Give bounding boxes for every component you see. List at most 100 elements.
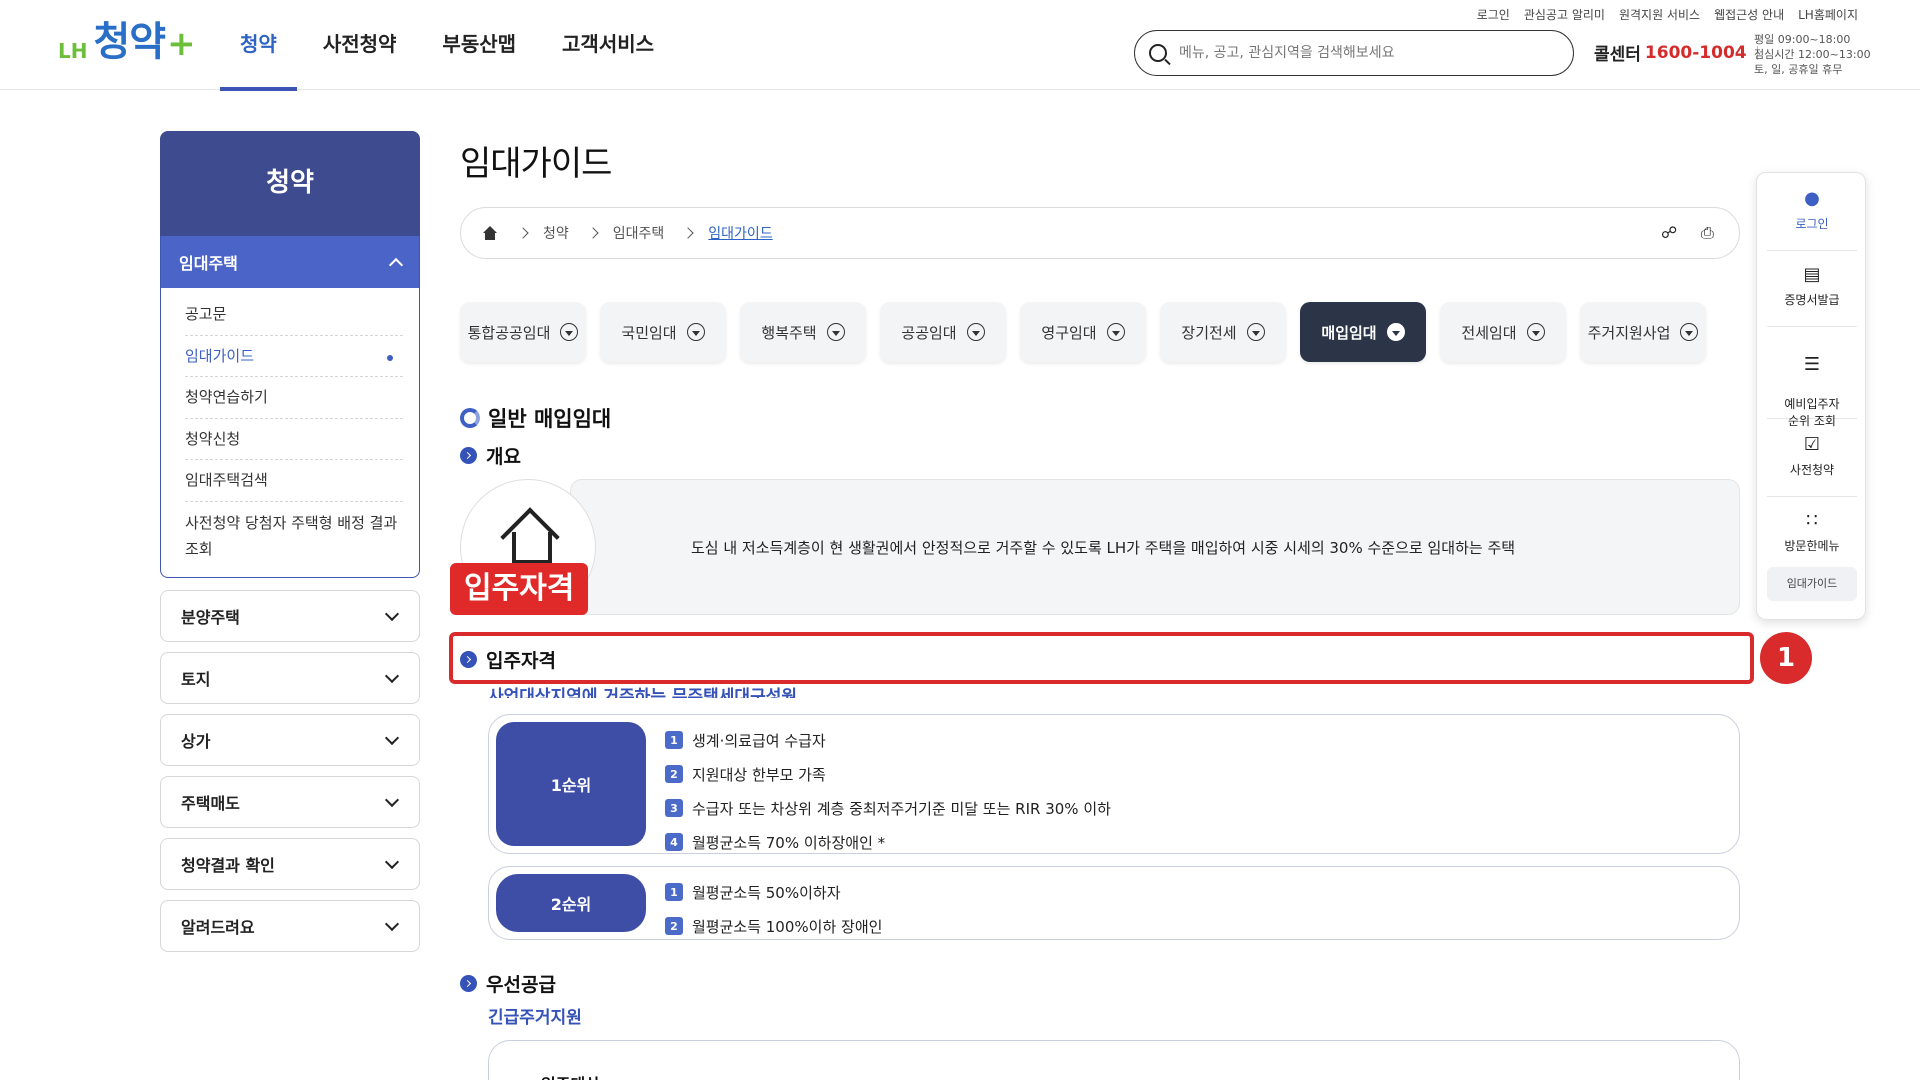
breadcrumb-item[interactable]: 청약: [543, 223, 569, 243]
util-accessibility-link[interactable]: 웹접근성 안내: [1714, 6, 1784, 23]
refresh-icon: [460, 408, 480, 428]
search-icon[interactable]: [1149, 44, 1167, 62]
list-item-text: 생계·의료급여 수급자: [692, 731, 826, 750]
overview-box: 도심 내 저소득계층이 현 생활권에서 안정적으로 거주할 수 있도록 LH가 …: [570, 479, 1740, 615]
circle-chevron-down-icon: [1680, 323, 1699, 341]
tab-happy-housing[interactable]: 행복주택: [740, 302, 866, 362]
logo-plus-text: +: [167, 24, 196, 64]
chevron-down-icon: [384, 854, 400, 869]
sidebar-accordion-house-sale[interactable]: 주택매도: [160, 776, 420, 828]
sidebar-item-practice[interactable]: 청약연습하기: [185, 377, 403, 419]
number-2-badge: 2: [665, 765, 683, 783]
print-icon[interactable]: ⎙: [1701, 225, 1717, 241]
number-3-badge: 3: [665, 799, 683, 817]
sidebar-accordion-land[interactable]: 토지: [160, 652, 420, 704]
quick-waitlist-rank[interactable]: ☰ 예비입주자 순위 조회: [1767, 341, 1857, 428]
util-login-link[interactable]: 로그인: [1477, 6, 1510, 23]
chevron-down-icon: [384, 792, 400, 807]
circle-chevron-down-icon: [1526, 323, 1545, 341]
gnb-item-pre-subscription[interactable]: 사전청약: [303, 0, 417, 90]
list-item: 4 월평균소득 70% 이하장애인 *: [665, 825, 1111, 859]
call-center: 콜센터 1600-1004: [1594, 40, 1768, 65]
search-input[interactable]: [1179, 45, 1549, 61]
annotation-label: 입주자격: [450, 563, 589, 615]
list-item-text: 월평균소득 100%이하 장애인: [692, 917, 883, 936]
tab-permanent[interactable]: 영구임대: [1020, 302, 1146, 362]
visited-tag-rental-guide[interactable]: 임대가이드: [1767, 567, 1857, 601]
eligibility-subheading: 사업대상지역에 거주하는 무주택세대구성원: [488, 687, 797, 698]
sidebar-accordion-results[interactable]: 청약결과 확인: [160, 838, 420, 890]
sidebar-rental-section: 임대주택 공고문 임대가이드 청약연습하기 청약신청 임대주택검색 사전청약 당…: [160, 236, 420, 578]
number-1-badge: 1: [665, 883, 683, 901]
quick-menu: ● 로그인 ▤ 증명서발급 ☰ 예비입주자 순위 조회 ☑ 사전청약 ∷ 방문한…: [1756, 172, 1866, 620]
quick-visited-menu[interactable]: ∷ 방문한메뉴: [1767, 511, 1857, 557]
call-center-number: 1600-1004: [1644, 42, 1747, 63]
tab-public[interactable]: 공공임대: [880, 302, 1006, 362]
utility-links: 로그인 관심공고 알리미 원격지원 서비스 웹접근성 안내 LH홈페이지: [1463, 6, 1858, 23]
sidebar-item-rental-search[interactable]: 임대주택검색: [185, 460, 403, 502]
home-icon[interactable]: [483, 226, 497, 240]
tab-label: 통합공공임대: [467, 323, 551, 342]
circle-chevron-down-icon: [1106, 323, 1125, 341]
util-remote-support-link[interactable]: 원격지원 서비스: [1619, 6, 1700, 23]
tab-housing-support[interactable]: 주거지원사업: [1580, 302, 1706, 362]
calendar-check-icon: ☑: [1803, 434, 1821, 455]
overview-heading: 개요: [460, 442, 521, 469]
sidebar-item-pre-winner-result[interactable]: 사전청약 당첨자 주택형 배정 결과 조회: [185, 502, 403, 562]
global-nav: 청약 사전청약 부동산맵 고객서비스: [220, 0, 680, 91]
sidebar-item-rental-guide[interactable]: 임대가이드: [185, 336, 403, 377]
chevron-down-icon: [384, 606, 400, 621]
chevron-right-icon: [517, 227, 529, 239]
circle-chevron-down-icon: [686, 323, 705, 341]
tab-label: 국민임대: [621, 323, 677, 342]
sidebar-accordion-sale-housing[interactable]: 분양주택: [160, 590, 420, 642]
quick-pre-subscription[interactable]: ☑ 사전청약: [1767, 435, 1857, 497]
rank2-pill: 2순위: [496, 874, 646, 932]
target-box: 입주대상: [488, 1040, 1740, 1080]
util-alert-link[interactable]: 관심공고 알리미: [1524, 6, 1605, 23]
rank1-list: 1 생계·의료급여 수급자 2 지원대상 한부모 가족 3 수급자 또는 차상위 계층…: [665, 723, 1111, 859]
tab-long-term-jeonse[interactable]: 장기전세: [1160, 302, 1286, 362]
accordion-label: 분양주택: [181, 608, 240, 627]
user-icon: ●: [1804, 188, 1820, 209]
sidebar-accordion-shop[interactable]: 상가: [160, 714, 420, 766]
util-lh-home-link[interactable]: LH홈페이지: [1798, 6, 1858, 23]
logo-main-text: 청약: [93, 19, 166, 65]
gnb-item-subscription[interactable]: 청약: [220, 0, 297, 91]
gnb-item-realestate-map[interactable]: 부동산맵: [422, 0, 536, 90]
circle-chevron-down-icon: [966, 323, 985, 341]
list-item-text: 월평균소득 50%이하자: [692, 883, 841, 902]
gnb-item-customer-service[interactable]: 고객서비스: [542, 0, 674, 90]
grid-icon: ∷: [1806, 510, 1818, 531]
section-title-text: 일반 매입임대: [488, 407, 612, 431]
list-icon: ☰: [1803, 354, 1821, 375]
section-title: 일반 매입임대: [460, 403, 611, 433]
tab-jeonse-rental[interactable]: 전세임대: [1440, 302, 1566, 362]
lh-logo[interactable]: LH 청약 +: [58, 20, 196, 64]
chevron-right-icon: [587, 227, 599, 239]
tab-label: 매입임대: [1321, 323, 1377, 342]
tab-label: 행복주택: [761, 323, 817, 342]
search-bar: [1134, 30, 1574, 76]
list-item: 3 수급자 또는 차상위 계층 중최저주거기준 미달 또는 RIR 30% 이하: [665, 791, 1111, 825]
quick-login[interactable]: ● 로그인: [1767, 189, 1857, 251]
list-item-text: 수급자 또는 차상위 계층 중최저주거기준 미달 또는 RIR 30% 이하: [692, 799, 1111, 818]
tab-integrated-public[interactable]: 통합공공임대: [460, 302, 586, 362]
breadcrumb-item[interactable]: 임대주택: [613, 223, 665, 243]
breadcrumb-current[interactable]: 임대가이드: [708, 223, 772, 243]
tab-purchase-rental[interactable]: 매입임대: [1300, 302, 1426, 362]
sidebar-accordion-notices[interactable]: 알려드려요: [160, 900, 420, 952]
list-item: 2 지원대상 한부모 가족: [665, 757, 1111, 791]
accordion-label: 주택매도: [181, 794, 240, 813]
sidebar-item-apply[interactable]: 청약신청: [185, 419, 403, 460]
tab-national[interactable]: 국민임대: [600, 302, 726, 362]
quick-waitlist-label: 예비입주자 순위 조회: [1784, 397, 1840, 428]
sidebar-item-notice[interactable]: 공고문: [185, 294, 403, 336]
hours-weekday: 평일 09:00~18:00: [1754, 33, 1851, 46]
share-icon[interactable]: ☍: [1661, 225, 1677, 241]
sidebar-title: 청약: [160, 131, 420, 236]
sidebar-section-header[interactable]: 임대주택: [161, 236, 419, 288]
page-title: 임대가이드: [460, 144, 612, 184]
overview-text: 도심 내 저소득계층이 현 생활권에서 안정적으로 거주할 수 있도록 LH가 …: [691, 538, 1516, 557]
quick-certificate[interactable]: ▤ 증명서발급: [1767, 265, 1857, 327]
